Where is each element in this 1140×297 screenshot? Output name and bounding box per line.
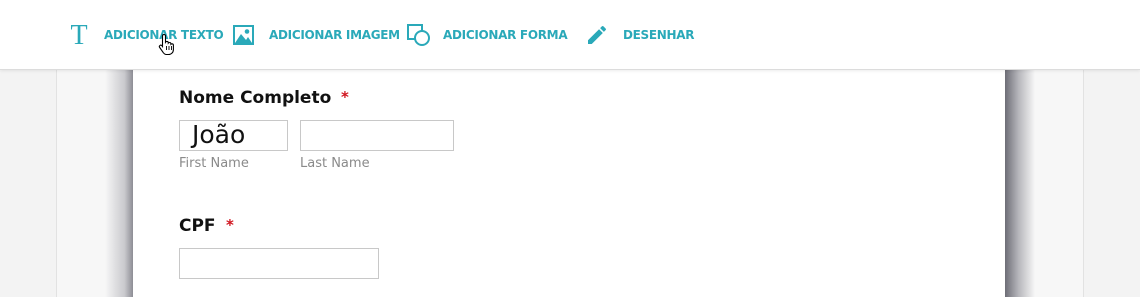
add-image-label: ADICIONAR IMAGEM xyxy=(269,28,400,42)
cpf-required-mark: * xyxy=(226,216,234,234)
text-icon: T xyxy=(68,23,90,47)
add-text-button[interactable]: T ADICIONAR TEXTO xyxy=(68,0,223,70)
card-shadow-left xyxy=(105,70,133,297)
shape-icon xyxy=(406,23,431,47)
add-image-button[interactable]: ADICIONAR IMAGEM xyxy=(232,0,400,70)
last-name-sublabel: Last Name xyxy=(300,156,370,171)
pencil-icon xyxy=(585,23,609,47)
draw-button[interactable]: DESENHAR xyxy=(585,0,695,70)
image-icon xyxy=(232,24,255,46)
hand-cursor-icon xyxy=(158,33,176,60)
add-shape-label: ADICIONAR FORMA xyxy=(443,28,568,42)
form-card: Nome Completo * João First Name Last Nam… xyxy=(133,70,1005,297)
svg-text:T: T xyxy=(70,23,87,47)
full-name-label: Nome Completo xyxy=(179,88,332,108)
first-name-input[interactable]: João xyxy=(179,120,288,151)
add-shape-button[interactable]: ADICIONAR FORMA xyxy=(406,0,568,70)
cpf-input[interactable] xyxy=(179,248,379,279)
first-name-sublabel: First Name xyxy=(179,156,249,171)
cpf-label: CPF xyxy=(179,216,216,236)
card-shadow-right xyxy=(1005,70,1035,297)
full-name-required-mark: * xyxy=(341,88,349,106)
draw-label: DESENHAR xyxy=(623,28,695,42)
last-name-input[interactable] xyxy=(300,120,454,151)
